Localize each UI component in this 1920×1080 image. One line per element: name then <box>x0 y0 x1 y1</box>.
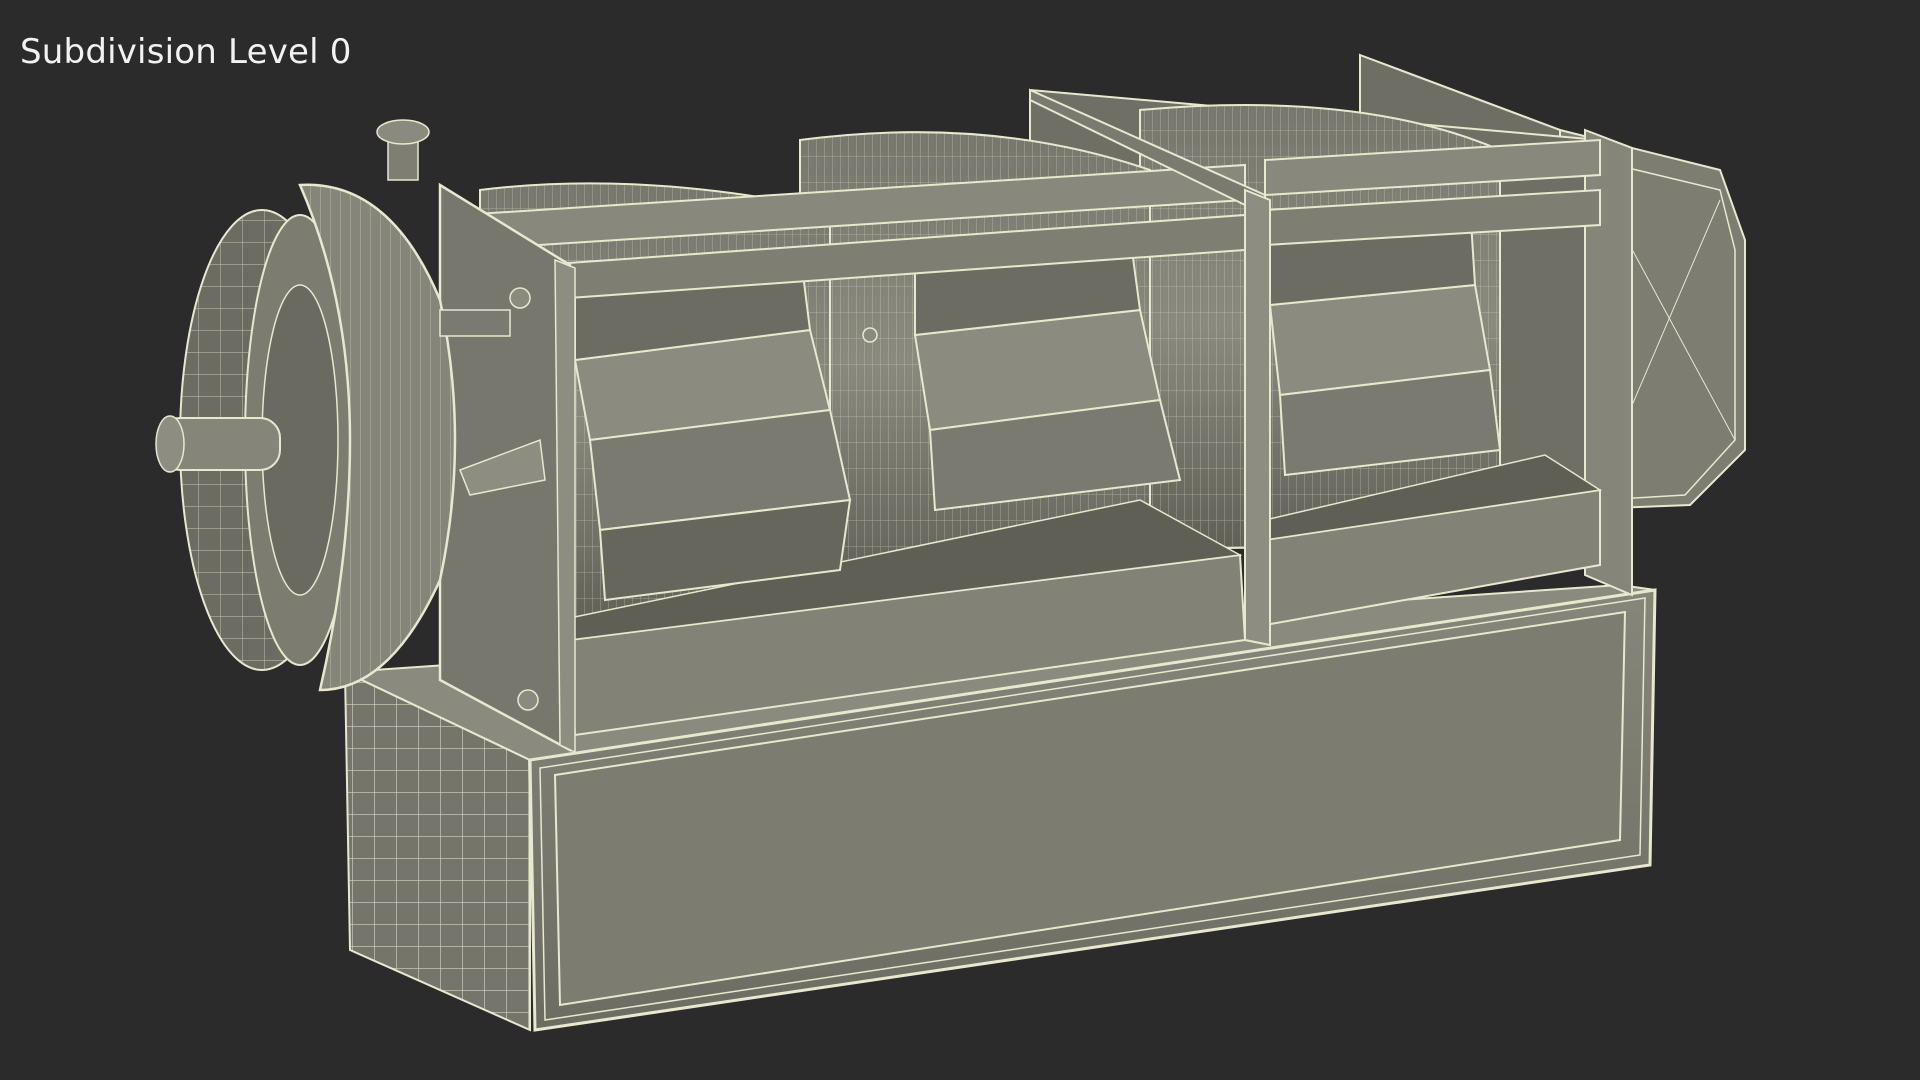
reel-vanes-right <box>1268 203 1502 477</box>
render-viewport: Subdivision Level 0 <box>0 0 1920 1080</box>
wireframe-model-render <box>155 53 1746 1032</box>
pin-detail <box>862 327 878 343</box>
subdivision-level-label: Subdivision Level 0 <box>20 32 352 72</box>
